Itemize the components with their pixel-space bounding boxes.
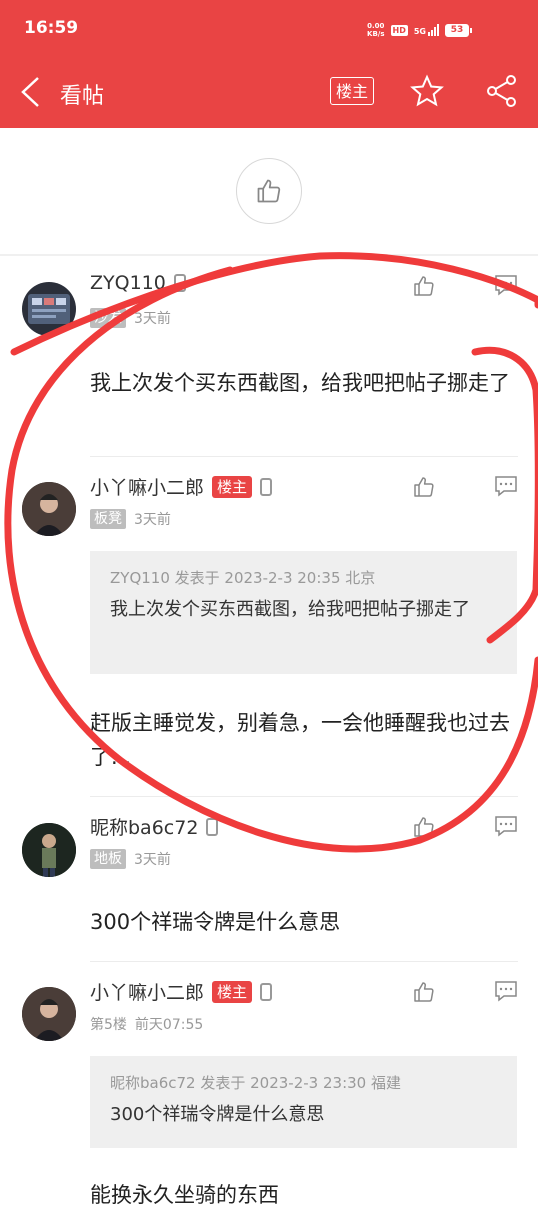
username[interactable]: 小丫嘛小二郎 楼主	[90, 473, 273, 500]
floor-number: 第5楼	[90, 1017, 127, 1033]
like-icon[interactable]	[412, 980, 436, 1004]
favorite-star-icon[interactable]	[410, 74, 444, 108]
username[interactable]: ZYQ110	[90, 272, 186, 294]
status-time: 16:59	[24, 18, 79, 38]
reply-icon[interactable]	[494, 274, 518, 296]
divider	[90, 796, 518, 797]
like-icon[interactable]	[412, 475, 436, 499]
quote-meta: 昵称ba6c72 发表于 2023-2-3 23:30 福建	[110, 1074, 401, 1092]
post-content: 300个祥瑞令牌是什么意思	[90, 910, 341, 934]
net-speed: 0.00 KB/s	[367, 22, 385, 38]
floor-tag: 板凳	[90, 509, 126, 529]
floor-tag: 地板	[90, 849, 126, 869]
share-icon[interactable]	[485, 74, 519, 108]
signal-icon: 5G	[414, 24, 439, 36]
username[interactable]: 昵称ba6c72	[90, 813, 219, 840]
post-time: 前天07:55	[134, 1017, 204, 1033]
phone-icon	[260, 982, 273, 1001]
like-icon[interactable]	[412, 815, 436, 839]
post-content: 我上次发个买东西截图，给我吧把帖子挪走了	[90, 371, 510, 395]
phone-icon	[206, 817, 219, 836]
post-time: 3天前	[134, 512, 171, 528]
page-title: 看帖	[60, 84, 105, 109]
post-time: 3天前	[134, 852, 171, 868]
post-time: 3天前	[134, 311, 171, 327]
quote-text: 300个祥瑞令牌是什么意思	[110, 1104, 325, 1125]
divider	[90, 961, 518, 962]
username[interactable]: 小丫嘛小二郎 楼主	[90, 978, 273, 1005]
post-content: 能换永久坐骑的东西	[90, 1183, 279, 1207]
avatar[interactable]	[22, 823, 76, 877]
op-badge: 楼主	[212, 475, 253, 498]
phone-icon	[260, 477, 273, 496]
quoted-reply[interactable]: ZYQ110 发表于 2023-2-3 20:35 北京 我上次发个买东西截图，…	[90, 551, 517, 674]
post-meta: 沙发 3天前	[90, 308, 171, 328]
floor-tag: 沙发	[90, 308, 126, 328]
status-icons: 0.00 KB/s HD 5G 53	[367, 22, 472, 38]
quote-meta: ZYQ110 发表于 2023-2-3 20:35 北京	[110, 569, 376, 587]
avatar[interactable]	[22, 987, 76, 1041]
post-meta: 地板 3天前	[90, 849, 171, 869]
app-header: 16:59 0.00 KB/s HD 5G 53 看帖 楼主	[0, 0, 538, 128]
like-icon[interactable]	[412, 274, 436, 298]
reply-icon[interactable]	[494, 815, 518, 837]
thread-like-button[interactable]	[236, 158, 302, 224]
section-separator	[0, 254, 538, 256]
thumbs-up-icon	[257, 179, 281, 203]
hd-icon: HD	[390, 24, 408, 36]
avatar[interactable]	[22, 282, 76, 336]
quoted-reply[interactable]: 昵称ba6c72 发表于 2023-2-3 23:30 福建 300个祥瑞令牌是…	[90, 1056, 517, 1148]
post-content: 赶版主睡觉发，别着急，一会他睡醒我也过去了...	[90, 711, 510, 769]
quote-text: 我上次发个买东西截图，给我吧把帖子挪走了	[110, 599, 470, 620]
divider	[90, 456, 518, 457]
avatar[interactable]	[22, 482, 76, 536]
only-op-button[interactable]: 楼主	[330, 77, 374, 105]
reply-icon[interactable]	[494, 980, 518, 1002]
phone-icon	[173, 274, 186, 292]
op-badge: 楼主	[212, 980, 253, 1003]
battery-icon: 53	[445, 23, 472, 37]
reply-icon[interactable]	[494, 475, 518, 497]
post-meta: 第5楼 前天07:55	[90, 1014, 203, 1034]
post-meta: 板凳 3天前	[90, 509, 171, 529]
back-icon[interactable]	[18, 76, 44, 108]
